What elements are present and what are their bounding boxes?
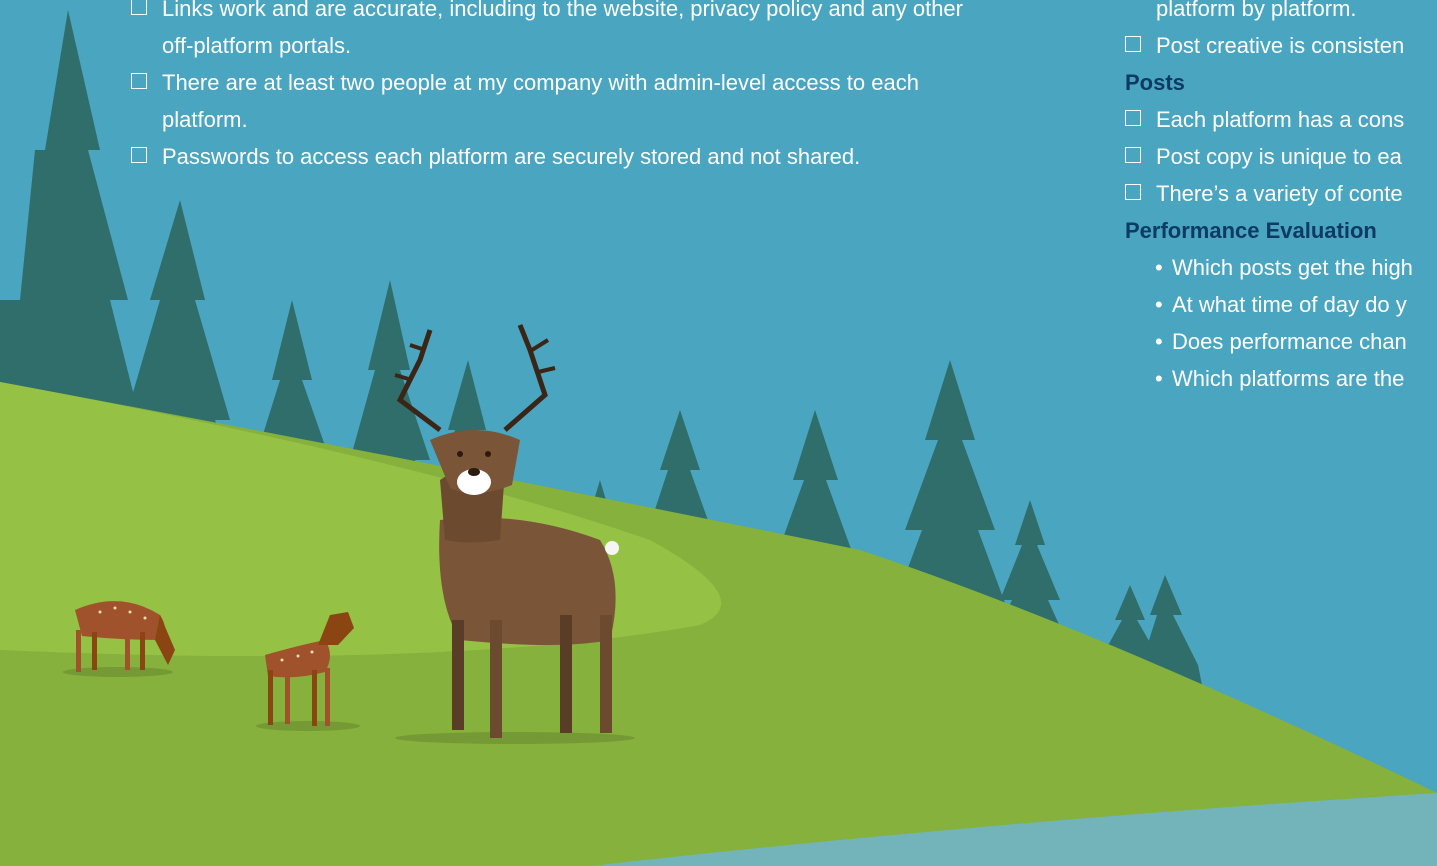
section-heading-performance: Performance Evaluation [1125,218,1377,243]
checklist-item: Each platform has a cons [1125,101,1413,138]
checklist-item-text: Post creative is consisten [1156,33,1405,58]
checklist-item-post-creative: Post creative is consisten [1125,27,1413,64]
bullet-text: Which platforms are the [1172,366,1405,391]
bullet-item: • Which platforms are the [1155,366,1405,391]
checkbox-icon[interactable] [131,0,147,15]
checklist-item-text: There are at least two people at my comp… [162,70,919,95]
bullet-text: Which posts get the high [1172,255,1413,280]
bullet-text: Does performance chan [1172,329,1407,354]
checklist-item-continuation: off-platform portals. [162,33,352,58]
checklist-item-text: Links work and are accurate, including t… [162,0,963,21]
checklist-item-continuation: platform by platform. [1156,0,1357,21]
checklist-item-admin-access: There are at least two people at my comp… [131,64,963,101]
checklist-item: There’s a variety of conte [1125,175,1413,212]
checkbox-icon[interactable] [1125,147,1141,163]
bullet-item: • Does performance chan [1155,329,1407,354]
checklist-item-continuation: platform. [162,107,248,132]
checklist-item-links: Links work and are accurate, including t… [131,0,963,27]
bullet-item: • At what time of day do y [1155,292,1407,317]
checklist-item-text: There’s a variety of conte [1156,181,1403,206]
section-heading-posts: Posts [1125,70,1185,95]
checklist-item-text: Post copy is unique to ea [1156,144,1402,169]
checklist-item-text: Each platform has a cons [1156,107,1405,132]
left-checklist: Links work and are accurate, including t… [131,0,963,175]
bullet-item: • Which posts get the high [1155,255,1413,280]
checkbox-icon[interactable] [131,73,147,89]
checkbox-icon[interactable] [1125,36,1141,52]
checkbox-icon[interactable] [1125,184,1141,200]
checklist-item-passwords: Passwords to access each platform are se… [131,138,963,175]
checkbox-icon[interactable] [1125,110,1141,126]
right-checklist: platform by platform. Post creative is c… [1125,0,1413,397]
checklist-item-text: Passwords to access each platform are se… [162,144,861,169]
checkbox-icon[interactable] [131,147,147,163]
checklist-item: Post copy is unique to ea [1125,138,1413,175]
bullet-text: At what time of day do y [1172,292,1407,317]
